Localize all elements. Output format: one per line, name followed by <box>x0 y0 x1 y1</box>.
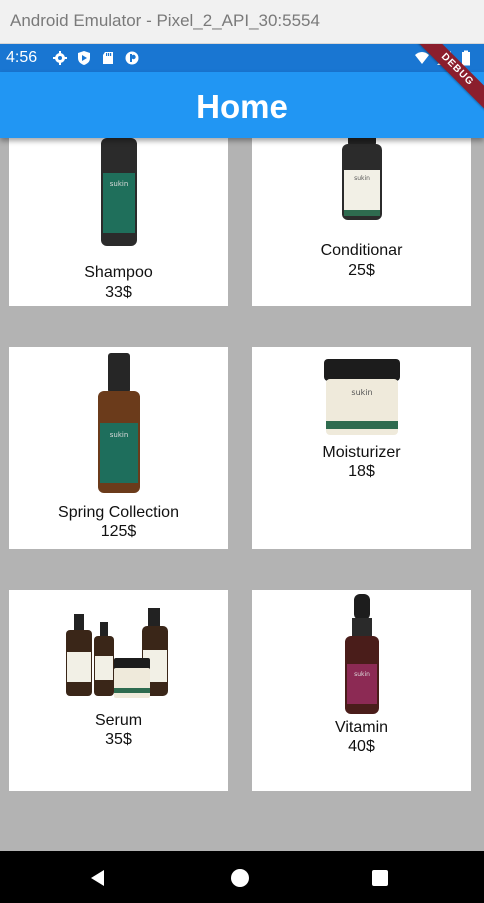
product-name: Shampoo <box>84 264 153 281</box>
product-card[interactable]: sukin Moisturizer 18$ <box>252 347 471 549</box>
svg-text:sukin: sukin <box>354 175 370 182</box>
product-price: 125$ <box>100 523 137 540</box>
product-name: Spring Collection <box>58 504 179 521</box>
sync-icon <box>125 51 139 65</box>
product-card[interactable]: sukin Shampoo 33$ <box>9 138 228 306</box>
recents-icon[interactable] <box>370 868 390 888</box>
product-name: Serum <box>94 712 143 729</box>
product-name: Conditionar <box>320 242 403 259</box>
emulator-title-bar: Android Emulator - Pixel_2_API_30:5554 <box>0 0 484 44</box>
svg-text:sukin: sukin <box>109 431 128 439</box>
product-price: 25$ <box>348 262 375 279</box>
svg-text:sukin: sukin <box>109 180 128 188</box>
product-image: sukin <box>344 594 379 714</box>
product-grid[interactable]: sukin Shampoo 33$ sukin Conditionar 25$ <box>0 138 484 851</box>
product-card[interactable]: Serum 35$ <box>9 590 228 791</box>
sd-card-icon <box>103 52 113 64</box>
shield-icon <box>78 51 90 65</box>
settings-icon <box>53 51 67 65</box>
product-image: sukin <box>323 359 400 435</box>
home-icon[interactable] <box>230 868 250 888</box>
product-card[interactable]: sukin Vitamin 40$ <box>252 590 471 791</box>
product-image: sukin <box>341 138 382 220</box>
product-card[interactable]: sukin Spring Collection 125$ <box>9 347 228 549</box>
product-price: 18$ <box>348 463 375 480</box>
svg-text:sukin: sukin <box>354 671 370 678</box>
product-name: Moisturizer <box>322 444 401 461</box>
product-price: 35$ <box>105 731 132 748</box>
product-name: Vitamin <box>334 719 389 736</box>
window-title: Android Emulator - Pixel_2_API_30:5554 <box>10 11 320 30</box>
product-image: sukin <box>97 353 140 493</box>
status-time: 4:56 <box>6 49 38 66</box>
product-image: sukin <box>100 138 137 246</box>
product-image <box>65 608 168 698</box>
product-price: 40$ <box>348 738 375 755</box>
back-icon[interactable] <box>88 868 108 888</box>
debug-banner: DEBUG <box>412 44 484 115</box>
product-price: 33$ <box>105 284 132 301</box>
svg-text:sukin: sukin <box>351 388 372 397</box>
product-card[interactable]: sukin Conditionar 25$ <box>252 138 471 306</box>
navigation-bar <box>0 851 484 903</box>
